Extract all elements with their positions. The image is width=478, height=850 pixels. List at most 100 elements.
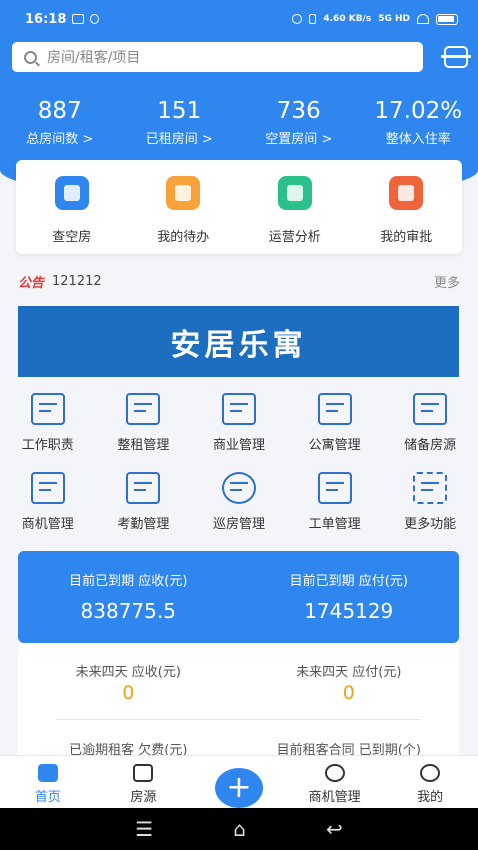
- document-icon: [30, 393, 65, 425]
- banner-logo-text: 安居乐寓: [170, 327, 307, 363]
- future-value: 0: [342, 682, 355, 704]
- monitor-icon: [413, 393, 448, 425]
- due-receivable[interactable]: 目前已到期 应收(元) 838775.5: [18, 551, 239, 643]
- search-icon: [24, 50, 37, 64]
- future-title: 未来四天 应付(元): [296, 665, 402, 680]
- menu-icon[interactable]: ☰: [135, 817, 153, 841]
- search-house-icon: [54, 176, 89, 210]
- grid-item-whole-rent[interactable]: 整租管理: [96, 388, 192, 467]
- calendar-clock-icon: [166, 176, 201, 210]
- tab-mine[interactable]: 我的: [382, 756, 478, 808]
- wifi-icon: [417, 14, 429, 24]
- tab-add[interactable]: +: [191, 756, 287, 808]
- door-icon: [221, 393, 256, 425]
- smile-icon: [420, 764, 441, 782]
- scan-icon[interactable]: [441, 46, 471, 68]
- calendar-check-icon: [126, 472, 161, 504]
- stat-label: 总房间数 >: [26, 132, 94, 147]
- network-speed: 4.60 KB/s: [323, 14, 372, 24]
- notice-text: 121212: [52, 273, 102, 289]
- stat-number: 17.02%: [374, 98, 463, 124]
- quick-actions-card: 查空房 我的待办 运营分析 我的审批: [16, 160, 462, 254]
- back-icon[interactable]: ↩: [326, 817, 343, 841]
- grid-label: 更多功能: [404, 517, 457, 532]
- apps-grid-icon: [413, 472, 448, 504]
- tab-listings[interactable]: 房源: [96, 756, 192, 808]
- search-placeholder: 房间/租客/项目: [47, 50, 141, 66]
- notice-tag: 公告: [18, 275, 45, 291]
- due-title: 目前已到期 应付(元): [289, 574, 408, 589]
- stat-rented-rooms[interactable]: 151 已租房间 >: [120, 96, 240, 147]
- grid-item-more-functions[interactable]: 更多功能: [382, 467, 478, 546]
- grid-item-apartment[interactable]: 公寓管理: [287, 388, 383, 467]
- stat-number: 887: [37, 98, 82, 124]
- grid-label: 商业管理: [212, 438, 265, 453]
- tab-label: 首页: [34, 790, 61, 805]
- notice-bar[interactable]: 公告 121212 更多: [18, 270, 460, 292]
- battery-icon: [436, 13, 458, 25]
- add-button[interactable]: +: [214, 768, 263, 808]
- stat-label: 空置房间 >: [265, 132, 333, 147]
- chart-icon: [277, 176, 312, 210]
- quick-label: 我的待办: [157, 230, 210, 245]
- quick-operations-analysis[interactable]: 运营分析: [239, 160, 351, 254]
- due-title: 目前已到期 应收(元): [69, 574, 188, 589]
- future-value: 0: [122, 682, 135, 704]
- future-title: 未来四天 应收(元): [75, 665, 181, 680]
- grid-label: 工单管理: [308, 517, 361, 532]
- signal-label: 5G HD: [378, 14, 410, 24]
- quick-label: 我的审批: [380, 230, 433, 245]
- grid-item-reserve-listings[interactable]: 储备房源: [382, 388, 478, 467]
- cast-icon: [90, 14, 100, 24]
- user-list-icon: [30, 472, 65, 504]
- vibrate-icon: [309, 14, 317, 24]
- due-value: 838775.5: [80, 599, 176, 623]
- notification-icon: [72, 14, 85, 24]
- grid-item-work-orders[interactable]: 工单管理: [287, 467, 383, 546]
- grid-label: 整租管理: [117, 438, 170, 453]
- tab-opportunity[interactable]: 商机管理: [287, 756, 383, 808]
- quick-label: 查空房: [52, 230, 92, 245]
- grid-label: 商机管理: [21, 517, 74, 532]
- alarm-icon: [292, 14, 303, 24]
- due-value: 1745129: [304, 599, 394, 623]
- tab-home[interactable]: 首页: [0, 756, 96, 808]
- home-nav-icon[interactable]: ⌂: [233, 817, 246, 841]
- app-screen: 16:18 4.60 KB/s 5G HD 房间/租客/项目 887 总房间数 …: [0, 0, 478, 850]
- quick-find-vacancy[interactable]: 查空房: [16, 160, 128, 254]
- tab-label: 房源: [130, 790, 157, 805]
- quick-my-approvals[interactable]: 我的审批: [351, 160, 463, 254]
- due-summary-card: 目前已到期 应收(元) 838775.5 目前已到期 应付(元) 1745129: [18, 551, 459, 643]
- quick-my-todo[interactable]: 我的待办: [128, 160, 240, 254]
- grid-label: 储备房源: [404, 438, 457, 453]
- grid-item-inspection[interactable]: 巡房管理: [191, 467, 287, 546]
- status-time: 16:18: [25, 11, 67, 27]
- grid-item-commercial[interactable]: 商业管理: [191, 388, 287, 467]
- house-icon: [126, 393, 161, 425]
- stat-total-rooms[interactable]: 887 总房间数 >: [0, 96, 120, 147]
- folder-chat-icon: [317, 472, 352, 504]
- grid-item-job-duties[interactable]: 工作职责: [0, 388, 96, 467]
- yen-icon: [324, 764, 345, 782]
- stat-vacant-rooms[interactable]: 736 空置房间 >: [239, 96, 359, 147]
- stat-label: 已租房间 >: [145, 132, 213, 147]
- home-icon: [37, 764, 58, 782]
- banner[interactable]: 安居乐寓: [18, 306, 459, 377]
- status-bar: 16:18 4.60 KB/s 5G HD: [0, 0, 478, 38]
- search-input[interactable]: 房间/租客/项目: [12, 42, 423, 72]
- due-payable[interactable]: 目前已到期 应付(元) 1745129: [239, 551, 460, 643]
- notice-more-link[interactable]: 更多: [434, 272, 460, 291]
- patrol-search-icon: [221, 472, 256, 504]
- bottom-tab-bar: 首页 房源 + 商机管理 我的: [0, 755, 478, 808]
- stat-occupancy-rate: 17.02% 整体入住率: [359, 96, 478, 147]
- grid-item-opportunity[interactable]: 商机管理: [0, 467, 96, 546]
- grid-item-attendance[interactable]: 考勤管理: [96, 467, 192, 546]
- tab-label: 我的: [417, 790, 444, 805]
- grid-label: 公寓管理: [308, 438, 361, 453]
- building-icon: [317, 393, 352, 425]
- stats-row: 887 总房间数 > 151 已租房间 > 736 空置房间 > 17.02% …: [0, 96, 478, 147]
- stat-number: 151: [157, 98, 202, 124]
- stat-label: 整体入住率: [385, 132, 451, 147]
- stat-number: 736: [276, 98, 321, 124]
- building-icon: [133, 764, 154, 782]
